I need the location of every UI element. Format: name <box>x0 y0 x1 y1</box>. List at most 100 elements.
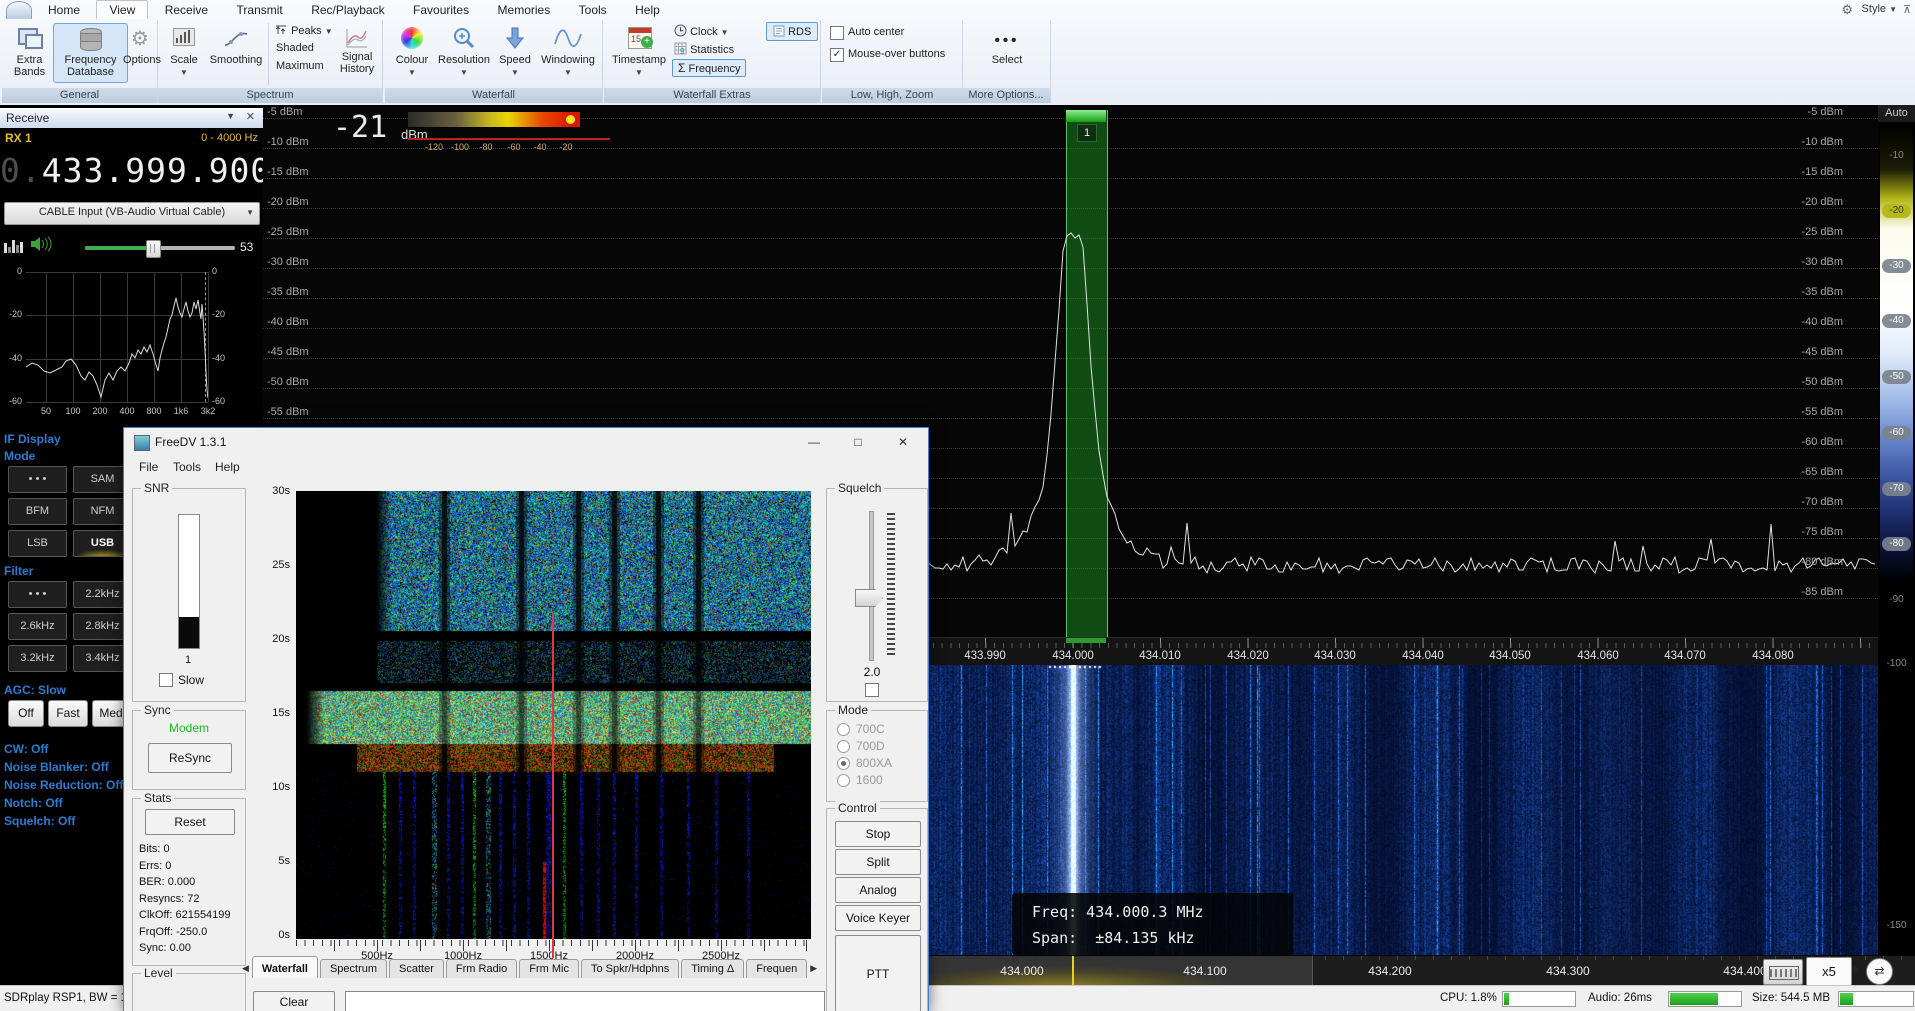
frequency-database-button[interactable]: Frequency Database <box>53 23 128 83</box>
equalizer-icon[interactable] <box>4 237 24 253</box>
mouse-over-buttons-checkbox[interactable]: ✓ <box>830 48 844 62</box>
panel-close-icon[interactable]: ✕ <box>246 110 255 123</box>
menu-tools[interactable]: Tools <box>173 460 201 474</box>
tab-view[interactable]: View <box>96 0 148 19</box>
settings-gear-icon[interactable]: ⚙ <box>1841 2 1853 18</box>
tab-favourites[interactable]: Favourites <box>401 1 481 19</box>
tab-transmit[interactable]: Transmit <box>225 1 295 19</box>
menu-help[interactable]: Help <box>215 460 240 474</box>
tabs-scroll-left-icon[interactable]: ◀ <box>242 963 249 974</box>
rds-button[interactable]: RDS <box>766 22 818 41</box>
tab-frequency[interactable]: Frequen <box>746 959 807 978</box>
tab-scatter[interactable]: Scatter <box>389 959 444 978</box>
tabs-scroll-right-icon[interactable]: ▶ <box>810 963 817 974</box>
filter-32-button[interactable]: 3.2kHz <box>8 645 67 672</box>
menu-file[interactable]: File <box>139 460 158 474</box>
tab-tools[interactable]: Tools <box>567 1 619 19</box>
auto-center-checkbox[interactable] <box>830 26 844 40</box>
squelch-slider-handle[interactable] <box>855 589 883 607</box>
style-menu[interactable]: Style ▼ <box>1862 3 1897 15</box>
radio-1600[interactable] <box>837 774 850 787</box>
maximum-button[interactable]: Maximum <box>276 60 324 72</box>
tab-timing[interactable]: Timing Δ <box>681 959 744 978</box>
select-button[interactable]: ••• Select <box>971 23 1043 83</box>
squelch-checkbox[interactable] <box>865 683 879 697</box>
peaks-button[interactable]: Peaks ▼ <box>274 24 333 37</box>
colour-button[interactable]: Colour ▼ <box>390 23 434 83</box>
tab-to-spkr[interactable]: To Spkr/Hdphns <box>581 959 679 978</box>
tab-memories[interactable]: Memories <box>486 1 563 19</box>
pin-ribbon-icon[interactable]: ⊼ <box>1903 3 1911 16</box>
audio-input-select[interactable]: CABLE Input (VB-Audio Virtual Cable) ▼ <box>4 202 260 225</box>
maximize-button[interactable]: □ <box>836 428 880 456</box>
tab-home[interactable]: Home <box>36 1 92 19</box>
split-button[interactable]: Split <box>835 849 921 875</box>
group-label-waterfall-extras: Waterfall Extras <box>604 88 820 103</box>
close-button[interactable]: ✕ <box>880 428 926 456</box>
tab-frm-mic[interactable]: Frm Mic <box>519 959 579 978</box>
tab-waterfall[interactable]: Waterfall <box>252 956 318 978</box>
rx-range-label: 0 - 4000 Hz <box>201 132 258 144</box>
radio-700d[interactable] <box>837 740 850 753</box>
clear-button[interactable]: Clear <box>253 991 335 1011</box>
mode-lsb-button[interactable]: LSB <box>8 530 67 557</box>
zoom-expand-icon[interactable]: ▶ <box>1852 964 1860 975</box>
statistics-button[interactable]: 9 Statistics <box>674 42 734 56</box>
snr-slow-label: Slow <box>178 673 204 687</box>
signal-history-button[interactable]: SignalHistory <box>334 23 380 83</box>
resync-button[interactable]: ReSync <box>148 743 232 773</box>
agc-off-button[interactable]: Off <box>8 700 44 727</box>
filter-26-button[interactable]: 2.6kHz <box>8 613 67 640</box>
scale-button[interactable]: Scale ▼ <box>163 23 205 83</box>
options-button[interactable]: ⚙ Options <box>128 23 157 83</box>
ptt-button[interactable]: PTT <box>835 935 921 1011</box>
timestamp-button[interactable]: 15 + Timestamp ▼ <box>610 23 668 83</box>
tab-spectrum[interactable]: Spectrum <box>320 959 387 978</box>
span-reset-button[interactable]: ⇄ <box>1866 958 1893 985</box>
volume-fill <box>85 246 152 250</box>
analog-button[interactable]: Analog <box>835 877 921 903</box>
speed-down-arrow-icon <box>504 26 526 50</box>
control-group: Control Stop Split Analog Voice Keyer PT… <box>826 808 928 1011</box>
snr-slow-checkbox[interactable] <box>159 673 173 687</box>
freedv-titlebar[interactable]: FreeDV 1.3.1 — □ ✕ <box>124 428 928 456</box>
keyboard-entry-button[interactable] <box>1763 959 1803 985</box>
mode-bfm-button[interactable]: BFM <box>8 498 67 525</box>
tab-frm-radio[interactable]: Frm Radio <box>446 959 517 978</box>
radio-700c[interactable] <box>837 723 850 736</box>
radio-800xa[interactable] <box>837 757 850 770</box>
speaker-icon[interactable] <box>30 235 52 253</box>
stop-button[interactable]: Stop <box>835 821 921 847</box>
agc-fast-button[interactable]: Fast <box>48 700 88 727</box>
frequency-display[interactable]: 0.433.999.900 <box>0 145 263 197</box>
voice-keyer-button[interactable]: Voice Keyer <box>835 905 921 931</box>
panel-collapse-icon[interactable]: ▼ <box>226 111 235 121</box>
zoom-button[interactable]: x5 <box>1806 957 1852 986</box>
minimize-button[interactable]: — <box>792 428 836 456</box>
squelch-slider-track[interactable] <box>869 511 874 661</box>
volume-slider[interactable] <box>85 246 235 250</box>
auto-level-button[interactable]: Auto <box>1878 105 1915 122</box>
windowing-button[interactable]: Windowing ▼ <box>535 23 601 83</box>
tab-receive[interactable]: Receive <box>153 1 220 19</box>
tab-rec-playback[interactable]: Rec/Playback <box>299 1 396 19</box>
options-gear-icon: ⚙ <box>131 26 149 51</box>
shaded-button[interactable]: Shaded <box>276 42 314 54</box>
smoothing-button[interactable]: Smoothing <box>204 23 268 83</box>
reset-button[interactable]: Reset <box>145 809 235 835</box>
speed-button[interactable]: Speed ▼ <box>495 23 535 83</box>
filter-more-button[interactable]: • • • <box>8 581 67 608</box>
auto-center-label: Auto center <box>848 26 904 38</box>
size-bar <box>1838 991 1914 1007</box>
tab-help[interactable]: Help <box>623 1 672 19</box>
filter-label: Filter <box>4 564 33 578</box>
volume-handle[interactable] <box>146 240 161 258</box>
app-menu-button[interactable] <box>6 1 32 19</box>
resolution-button[interactable]: Resolution ▼ <box>433 23 495 83</box>
frequency-button[interactable]: Σ Frequency <box>672 59 746 77</box>
freedv-text-field[interactable] <box>345 991 825 1011</box>
mode-more-button[interactable]: • • • <box>8 466 67 493</box>
extra-bands-button[interactable]: Extra Bands <box>6 23 53 83</box>
freedv-menubar: File Tools Help <box>124 456 928 479</box>
clock-button[interactable]: Clock ▼ <box>674 24 729 38</box>
